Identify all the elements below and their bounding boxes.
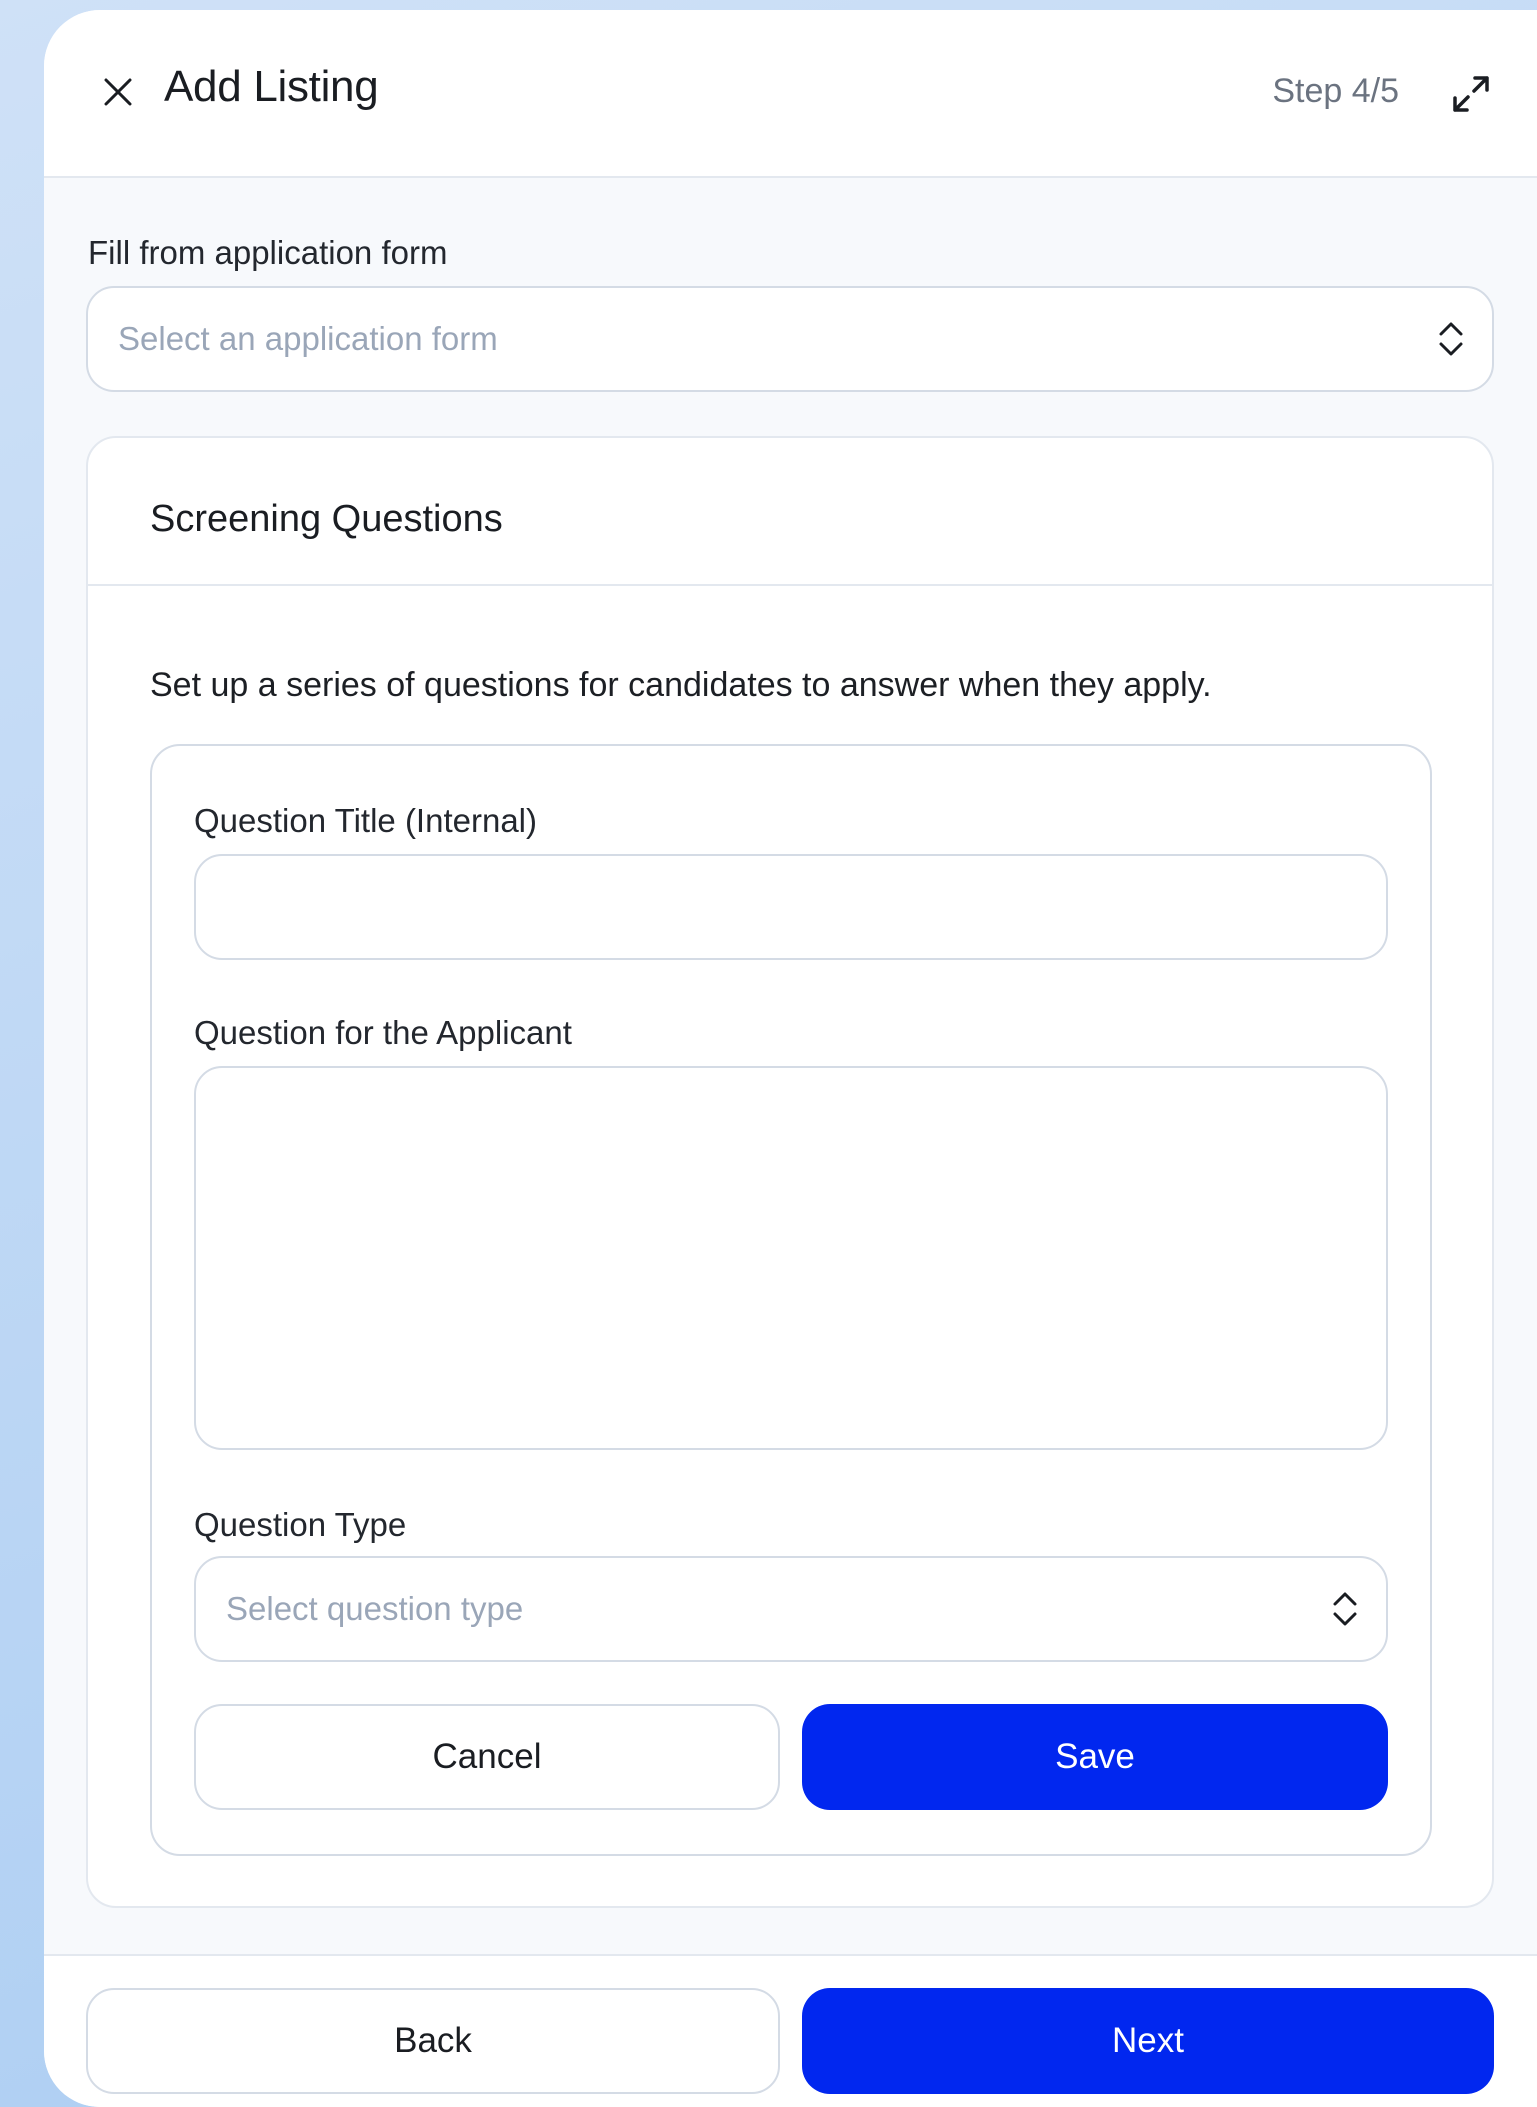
chevron-up-down-icon bbox=[1333, 1592, 1357, 1626]
expand-icon[interactable] bbox=[1449, 72, 1493, 116]
screening-questions-title: Screening Questions bbox=[150, 498, 503, 540]
question-type-select[interactable]: Select question type bbox=[194, 1556, 1388, 1662]
page-title: Add Listing bbox=[164, 62, 379, 111]
back-button[interactable]: Back bbox=[86, 1988, 780, 2094]
question-applicant-textarea[interactable] bbox=[194, 1066, 1388, 1450]
question-title-label: Question Title (Internal) bbox=[194, 802, 537, 839]
modal-header: Add Listing Step 4/5 bbox=[44, 10, 1537, 178]
chevron-up-down-icon bbox=[1439, 322, 1463, 356]
add-listing-modal: Add Listing Step 4/5 Fill from applicati… bbox=[44, 10, 1537, 2107]
question-type-label: Question Type bbox=[194, 1506, 407, 1543]
question-type-placeholder: Select question type bbox=[226, 1590, 524, 1627]
close-icon[interactable] bbox=[100, 74, 136, 110]
question-editor: Question Title (Internal) Question for t… bbox=[150, 744, 1432, 1856]
question-title-input[interactable] bbox=[194, 854, 1388, 960]
next-button[interactable]: Next bbox=[802, 1988, 1494, 2094]
application-form-placeholder: Select an application form bbox=[118, 320, 498, 357]
question-applicant-label: Question for the Applicant bbox=[194, 1014, 572, 1051]
screening-description: Set up a series of questions for candida… bbox=[150, 666, 1212, 704]
save-button[interactable]: Save bbox=[802, 1704, 1388, 1810]
application-form-select[interactable]: Select an application form bbox=[86, 286, 1494, 392]
step-indicator: Step 4/5 bbox=[1272, 72, 1399, 110]
fill-from-form-label: Fill from application form bbox=[88, 234, 448, 271]
cancel-button[interactable]: Cancel bbox=[194, 1704, 780, 1810]
card-divider bbox=[88, 584, 1492, 586]
screening-questions-card: Screening Questions Set up a series of q… bbox=[86, 436, 1494, 1908]
modal-footer: Back Next bbox=[44, 1954, 1537, 2107]
